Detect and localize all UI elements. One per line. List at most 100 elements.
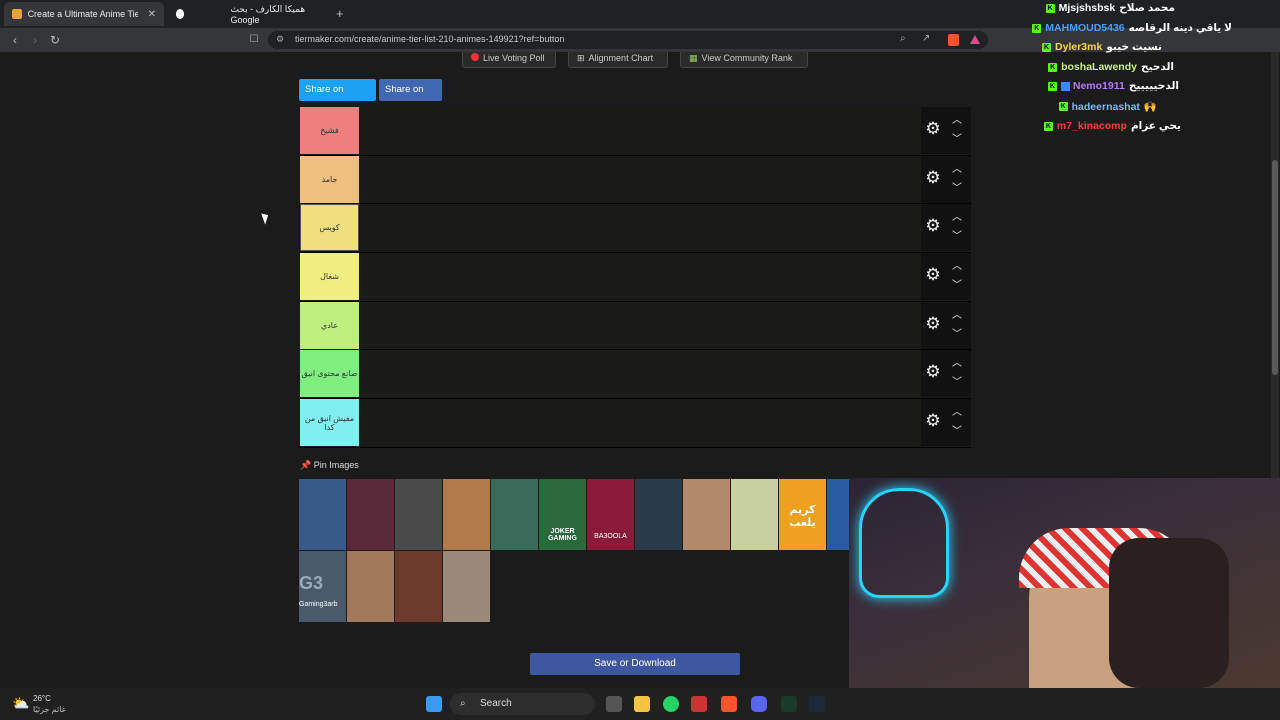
pool-image[interactable]: JOKER GAMING: [539, 479, 586, 550]
pool-image-caption: كريم يلعب: [789, 504, 816, 529]
tier-controls: ⚙ ︿ ﹀: [921, 204, 971, 252]
url-field[interactable]: ⚙ tiermaker.com/create/anime-tier-list-2…: [268, 31, 988, 49]
tier-controls: ⚙ ︿ ﹀: [921, 155, 971, 203]
gear-icon[interactable]: ⚙: [924, 266, 942, 284]
gear-icon[interactable]: ⚙: [924, 412, 942, 430]
chat-user: Nemo1911: [1072, 80, 1125, 92]
tier-label[interactable]: جامد: [300, 155, 359, 203]
pin-images-toggle[interactable]: 📌 Pin Images: [300, 460, 359, 471]
task-view-icon[interactable]: [606, 696, 622, 712]
bookmark-icon[interactable]: ☐: [246, 32, 262, 48]
gear-icon[interactable]: ⚙: [924, 168, 942, 187]
save-or-download-button[interactable]: Save or Download: [530, 653, 740, 675]
new-tab-icon[interactable]: +: [336, 6, 344, 21]
tier-drop-zone[interactable]: [360, 155, 921, 203]
kick-icon: K: [1048, 62, 1058, 72]
pool-image[interactable]: [827, 479, 849, 550]
chevron-down-icon[interactable]: ﹀: [951, 134, 963, 146]
chevron-up-icon[interactable]: ︿: [951, 115, 963, 127]
tier-label[interactable]: فشيخ: [300, 107, 359, 154]
pool-image[interactable]: [347, 551, 394, 622]
pool-image[interactable]: [683, 479, 730, 550]
tier-drop-zone[interactable]: [360, 107, 921, 154]
pool-image[interactable]: [443, 551, 490, 622]
chevron-up-icon[interactable]: ︿: [951, 212, 963, 224]
brave-rewards-icon[interactable]: [970, 35, 980, 44]
discord-icon[interactable]: [751, 696, 767, 712]
chevron-up-icon[interactable]: ︿: [951, 407, 963, 419]
weather-desc: غائم جزئيًا: [33, 705, 66, 714]
tab-google[interactable]: هميكا الكارف - بحث Google: [168, 2, 328, 26]
tier-label[interactable]: صانع محتوى انيق: [300, 350, 359, 398]
pool-image[interactable]: [491, 479, 538, 550]
chat-text: نسيت خيبو: [1106, 41, 1162, 53]
app-icon[interactable]: [781, 696, 797, 712]
tier-label[interactable]: مفيش انيق من كدا: [300, 399, 359, 447]
live-dot-icon: [471, 53, 479, 61]
site-info-icon[interactable]: ⚙: [276, 34, 284, 45]
share-twitter-button[interactable]: Share on Twitter: [299, 79, 376, 117]
back-icon[interactable]: ‹: [7, 32, 23, 48]
steam-icon[interactable]: [809, 696, 825, 712]
pool-image[interactable]: [635, 479, 682, 550]
chevron-down-icon[interactable]: ﹀: [951, 426, 963, 438]
gear-icon[interactable]: ⚙: [924, 217, 942, 235]
tier-row: كويس ⚙ ︿ ﹀: [299, 203, 971, 254]
file-explorer-icon[interactable]: [634, 696, 650, 712]
scrollbar-thumb[interactable]: [1272, 160, 1278, 375]
gear-icon[interactable]: ⚙: [924, 314, 942, 333]
tier-drop-zone[interactable]: [360, 399, 921, 447]
alignment-chart-label: Alignment Chart: [588, 53, 654, 63]
chevron-down-icon[interactable]: ﹀: [951, 183, 963, 195]
reload-icon[interactable]: ↻: [47, 32, 63, 48]
tab-tiermaker[interactable]: Create a Ultimate Anime Tier Li... ✕: [4, 2, 164, 26]
tier-label[interactable]: شغال: [300, 253, 359, 301]
chevron-down-icon[interactable]: ﹀: [951, 329, 963, 341]
pool-image[interactable]: [443, 479, 490, 550]
live-voting-poll-button[interactable]: Live Voting Poll: [462, 52, 556, 68]
tier-row: صانع محتوى انيق ⚙ ︿ ﹀: [299, 350, 971, 400]
pool-image[interactable]: [395, 479, 442, 550]
zoom-icon[interactable]: ⌕: [900, 33, 906, 44]
tier-drop-zone[interactable]: [360, 350, 921, 398]
chat-user: Mjsjshsbsk: [1058, 2, 1116, 14]
close-tab-icon[interactable]: ✕: [148, 9, 156, 20]
chevron-up-icon[interactable]: ︿: [951, 164, 963, 176]
weather-icon[interactable]: ⛅: [12, 695, 29, 712]
tier-label[interactable]: عادي: [300, 301, 359, 349]
chat-message: K MAHMOUD5436 لا ياقي دينه الرقاصه: [1032, 22, 1232, 34]
chevron-up-icon[interactable]: ︿: [951, 261, 963, 273]
chevron-up-icon[interactable]: ︿: [951, 358, 963, 370]
kick-icon: K: [1042, 42, 1052, 52]
gear-icon[interactable]: ⚙: [924, 363, 942, 381]
tier-label[interactable]: كويس: [299, 203, 360, 253]
app-icon[interactable]: [691, 696, 707, 712]
chat-user: m7_kinacomp: [1056, 120, 1127, 132]
share-fb-button[interactable]: Share on FB: [379, 79, 442, 117]
pool-image[interactable]: [395, 551, 442, 622]
windows-start-icon[interactable]: [426, 696, 442, 712]
forward-icon[interactable]: ›: [27, 32, 43, 48]
pool-image[interactable]: [299, 479, 346, 550]
brave-shield-icon[interactable]: [948, 34, 959, 46]
pool-image[interactable]: كريم يلعب: [779, 479, 826, 550]
taskbar-search[interactable]: ⌕ Search: [450, 693, 595, 715]
view-community-rank-button[interactable]: ▦ View Community Rank: [680, 52, 808, 68]
tier-drop-zone[interactable]: [360, 253, 921, 301]
tier-drop-zone[interactable]: [360, 301, 921, 349]
alignment-chart-button[interactable]: ⊞ Alignment Chart: [568, 52, 668, 68]
pool-image[interactable]: [731, 479, 778, 550]
community-rank-label: View Community Rank: [701, 53, 793, 63]
chevron-down-icon[interactable]: ﹀: [951, 377, 963, 389]
share-icon[interactable]: ↗: [922, 33, 930, 44]
pool-image[interactable]: [347, 479, 394, 550]
brave-icon[interactable]: [721, 696, 737, 712]
pool-image[interactable]: BA3OOLA: [587, 479, 634, 550]
pool-image[interactable]: G3 Gaming3arb: [299, 551, 346, 622]
chevron-down-icon[interactable]: ﹀: [951, 231, 963, 243]
whatsapp-icon[interactable]: [663, 696, 679, 712]
chevron-down-icon[interactable]: ﹀: [951, 280, 963, 292]
tier-drop-zone[interactable]: [360, 204, 921, 252]
gear-icon[interactable]: ⚙: [924, 120, 942, 138]
chevron-up-icon[interactable]: ︿: [951, 310, 963, 322]
